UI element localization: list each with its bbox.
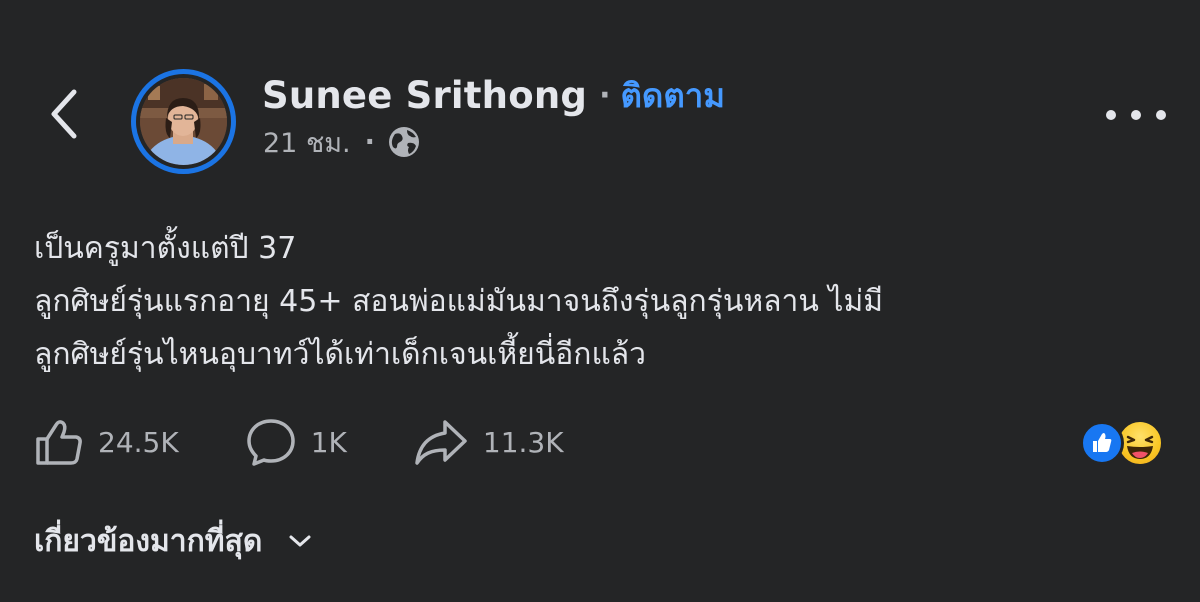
post-line: ลูกศิษย์รุ่นแรกอายุ 45+ สอนพ่อแม่มันมาจน…: [34, 284, 884, 319]
separator-dot: ·: [599, 77, 611, 113]
comment-button[interactable]: 1K: [245, 416, 347, 468]
share-count: 11.3K: [482, 425, 564, 459]
action-bar: 24.5K 1K 11.3K: [34, 412, 564, 472]
follow-button[interactable]: ติดตาม: [620, 69, 725, 122]
avatar[interactable]: [131, 69, 236, 174]
post-header: Sunee Srithong · ติดตาม: [262, 70, 725, 120]
share-icon: [415, 420, 467, 465]
meta-separator: ·: [364, 126, 375, 158]
post-view: Sunee Srithong · ติดตาม 21 ชม. · เป็นครู…: [0, 0, 1200, 602]
avatar-image: [140, 78, 227, 165]
thumbs-up-icon: [36, 420, 82, 465]
more-dot: [1131, 110, 1141, 120]
like-button[interactable]: 24.5K: [34, 417, 179, 467]
post-body: เป็นครูมาตั้งแต่ปี 37 ลูกศิษย์รุ่นแรกอาย…: [34, 222, 1174, 381]
post-line: เป็นครูมาตั้งแต่ปี 37: [34, 231, 297, 266]
reactions-summary[interactable]: [1080, 419, 1170, 467]
post-line: ลูกศิษย์รุ่นไหนอุบาทว์ได้เท่าเด็กเจนเหี้…: [34, 337, 647, 372]
author-name[interactable]: Sunee Srithong: [262, 74, 587, 117]
share-button[interactable]: 11.3K: [413, 417, 564, 467]
more-horizontal-icon: [1106, 110, 1116, 120]
more-options-button[interactable]: [1106, 100, 1166, 130]
more-dot: [1156, 110, 1166, 120]
comment-count: 1K: [310, 425, 347, 459]
back-button[interactable]: [40, 78, 88, 150]
like-count: 24.5K: [98, 425, 179, 459]
like-reaction-icon: [1080, 421, 1124, 465]
chevron-down-icon: [288, 534, 312, 548]
timestamp[interactable]: 21 ชม.: [263, 121, 351, 164]
post-meta: 21 ชม. ·: [263, 122, 421, 162]
comment-sort-dropdown[interactable]: เกี่ยวข้องมากที่สุด: [34, 516, 312, 566]
globe-icon: [388, 127, 419, 157]
comment-icon: [246, 419, 295, 466]
chevron-left-icon: [51, 89, 77, 139]
comment-sort-label: เกี่ยวข้องมากที่สุด: [34, 523, 263, 559]
